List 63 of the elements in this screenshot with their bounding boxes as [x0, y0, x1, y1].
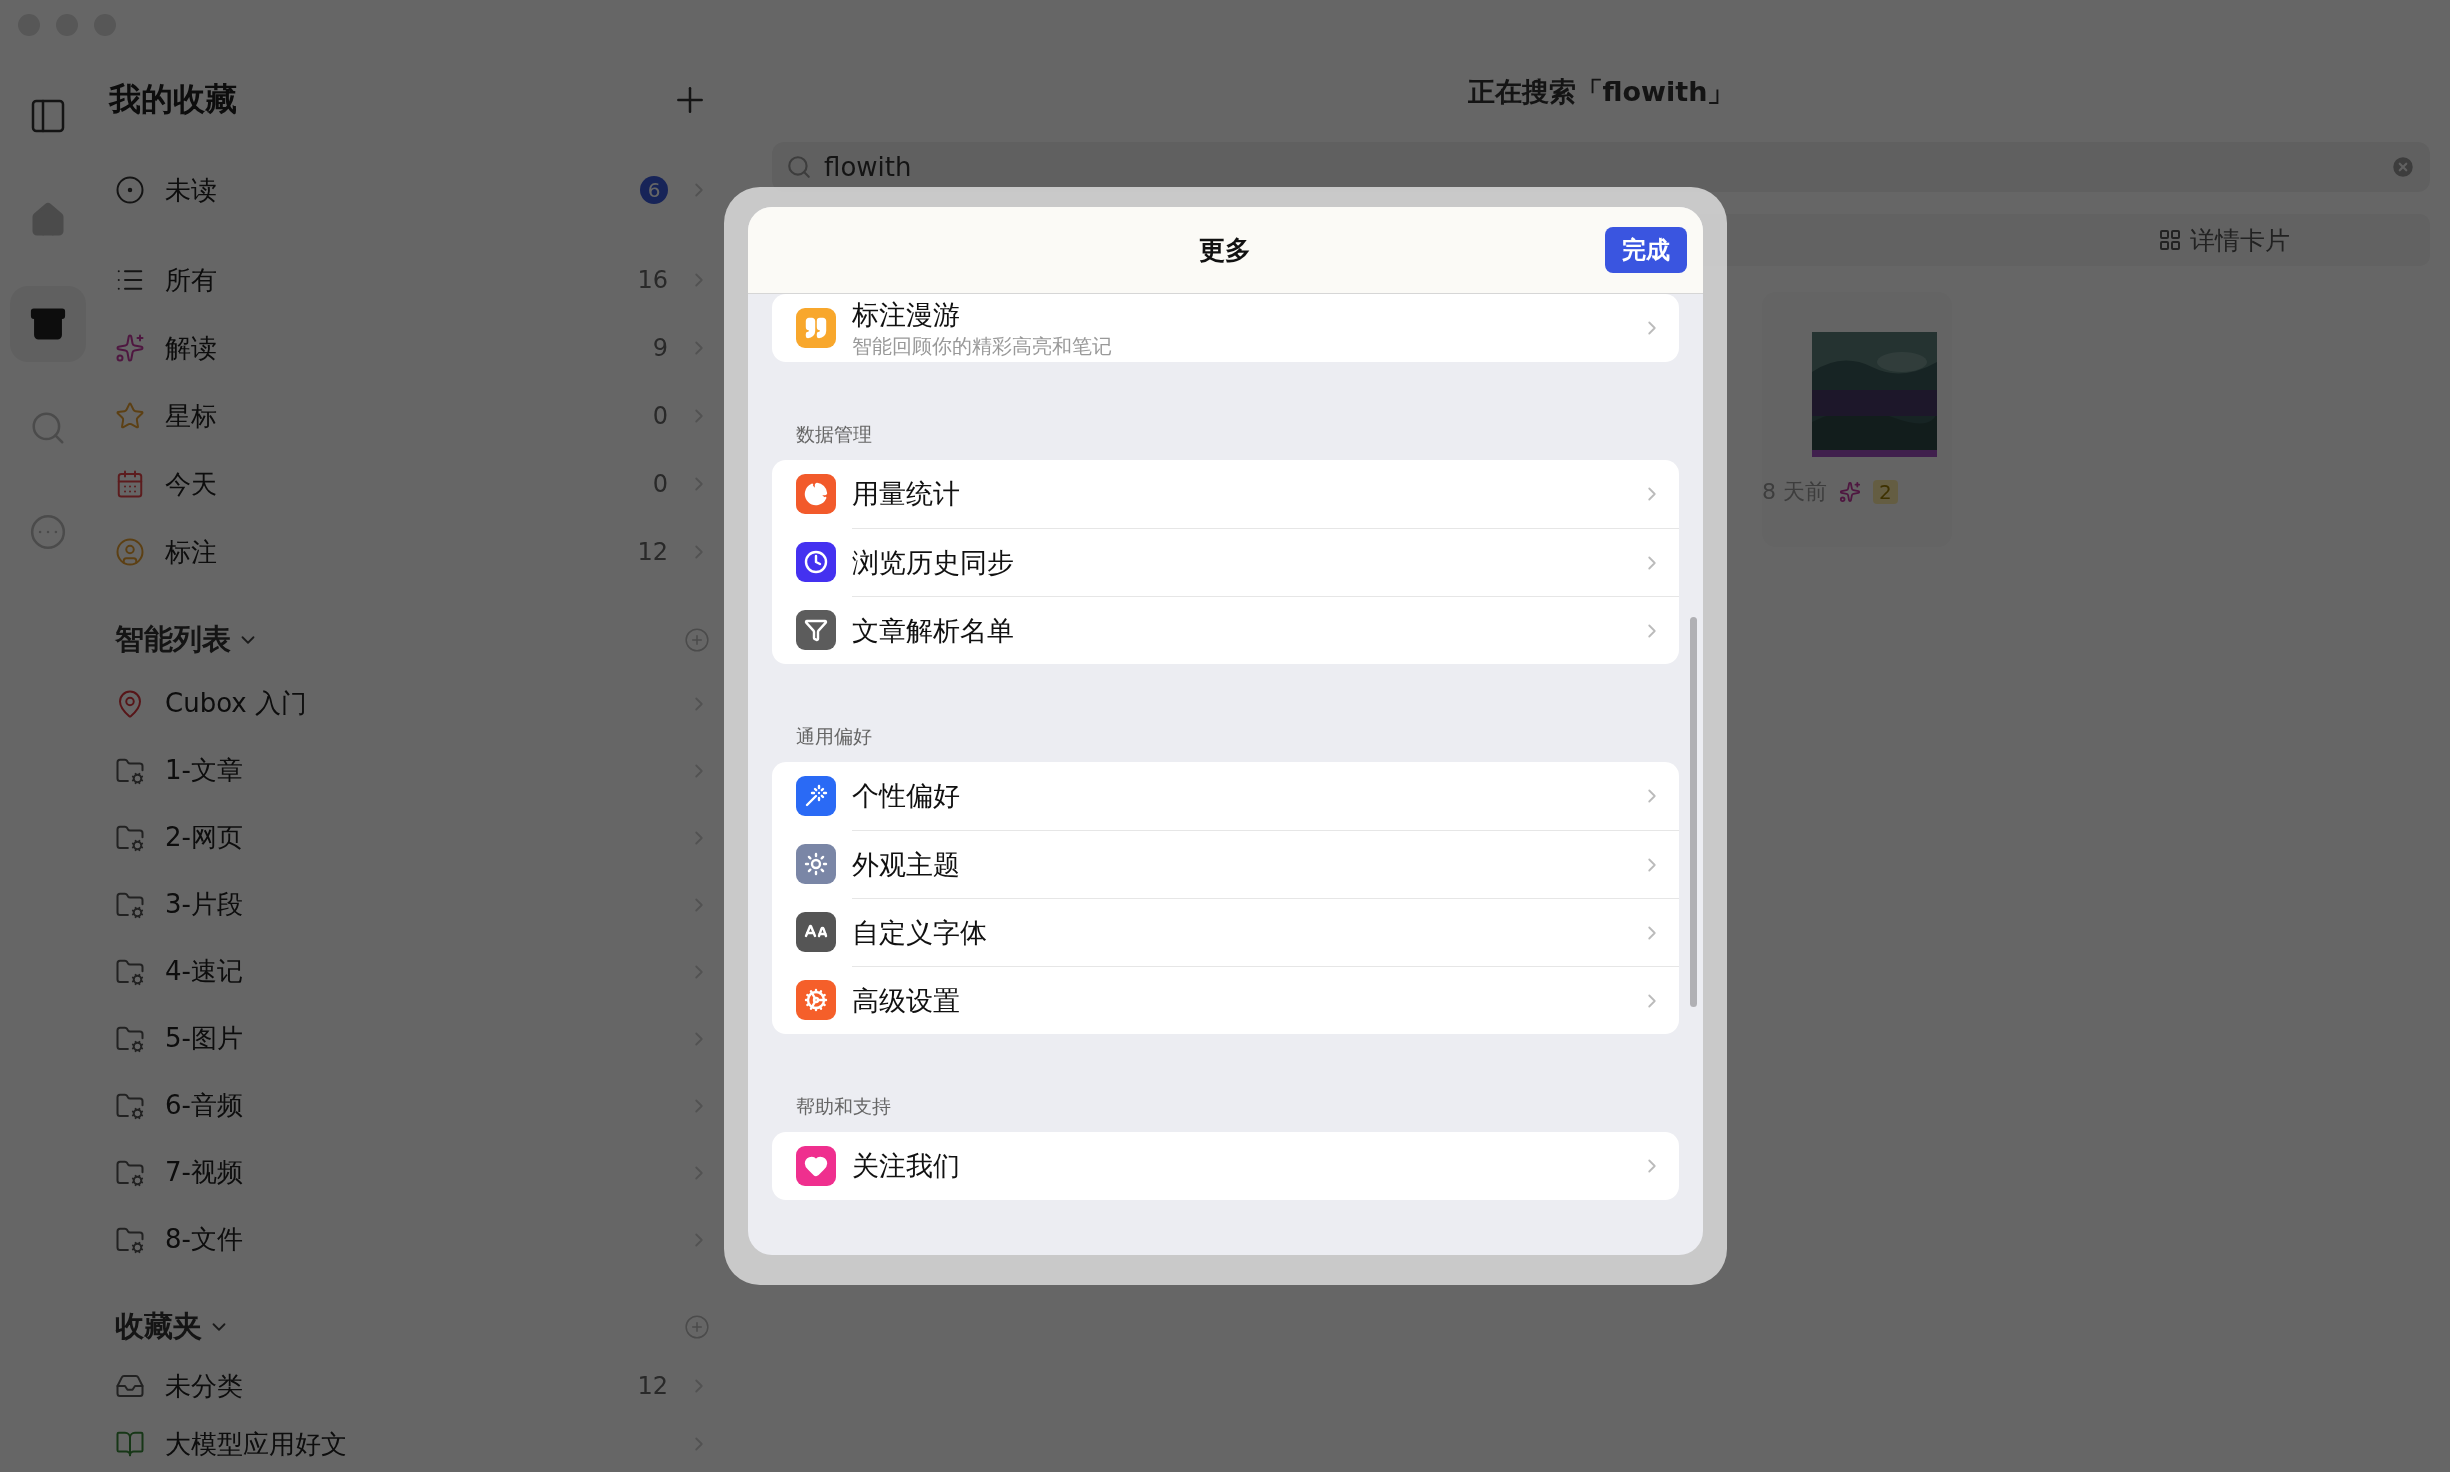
- settings-item[interactable]: 用量统计: [851, 476, 1641, 512]
- settings-item[interactable]: 高级设置: [851, 982, 1641, 1019]
- sparkle-icon: [1839, 481, 1861, 503]
- section-title[interactable]: 收藏夹: [115, 1307, 202, 1347]
- calendar-icon: [115, 469, 145, 499]
- sheet-title: 更多: [1199, 233, 1251, 267]
- clear-icon[interactable]: [2390, 154, 2416, 180]
- scrollbar[interactable]: [1689, 617, 1697, 1007]
- sidebar-item[interactable]: 1-文章: [165, 753, 668, 788]
- sidebar-item[interactable]: 7-视频: [165, 1155, 668, 1190]
- sidebar-item[interactable]: 8-文件: [165, 1222, 668, 1257]
- sidebar-item[interactable]: Cubox 入门: [165, 686, 668, 721]
- sidebar-item[interactable]: 6-音频: [165, 1088, 668, 1123]
- item-count: 12: [637, 538, 668, 566]
- section-header: 通用偏好: [794, 724, 873, 749]
- item-count: 12: [637, 1372, 668, 1400]
- unread-count: 6: [640, 176, 668, 204]
- sidebar-title: 我的收藏: [109, 79, 237, 120]
- unread-icon: [115, 175, 145, 205]
- item-description: 智能回顾你的精彩高亮和笔记: [851, 332, 1113, 360]
- sidebar-item[interactable]: 3-片段: [165, 887, 668, 922]
- sidebar-item[interactable]: 星标: [165, 398, 633, 434]
- search-icon: [786, 154, 812, 180]
- add-icon[interactable]: [684, 627, 710, 653]
- view-toggle-button[interactable]: 详情卡片: [2018, 214, 2430, 266]
- settings-item[interactable]: 浏览历史同步: [851, 544, 1641, 581]
- search-input[interactable]: flowith: [822, 151, 2380, 183]
- settings-item[interactable]: 自定义字体: [851, 914, 1641, 951]
- section-header: 数据管理: [794, 422, 873, 447]
- done-button[interactable]: 完成: [1604, 227, 1687, 273]
- sidebar-item[interactable]: 大模型应用好文: [165, 1426, 668, 1462]
- person-circle-icon: [115, 537, 145, 567]
- item-count: 0: [652, 470, 668, 498]
- sidebar-item[interactable]: 未分类: [165, 1368, 618, 1404]
- section-title[interactable]: 智能列表: [115, 620, 231, 660]
- more-icon: [28, 513, 67, 551]
- sidebar-item[interactable]: 今天: [165, 466, 633, 502]
- sidebar-item[interactable]: 所有: [165, 262, 618, 298]
- search-title: 正在搜索「flowith」: [1466, 75, 1736, 109]
- item-count: 9: [652, 334, 668, 362]
- sidebar-item[interactable]: 解读: [165, 330, 633, 366]
- sidebar-item[interactable]: 4-速记: [165, 954, 668, 989]
- card-count: 2: [1873, 480, 1898, 504]
- item-count: 16: [637, 266, 668, 294]
- library-button[interactable]: [9, 286, 86, 362]
- settings-item[interactable]: 文章解析名单: [851, 612, 1641, 649]
- search-field[interactable]: flowith: [772, 142, 2430, 192]
- star-icon: [115, 401, 145, 431]
- add-icon[interactable]: [684, 1314, 710, 1340]
- section-header: 帮助和支持: [794, 1094, 892, 1119]
- item-count: 0: [652, 402, 668, 430]
- sidebar-item[interactable]: 未读: [165, 172, 620, 208]
- sparkle-icon: [115, 333, 145, 363]
- grid-icon: [2158, 228, 2182, 252]
- sidebar-item[interactable]: 2-网页: [165, 820, 668, 855]
- book-icon: [115, 1429, 145, 1459]
- settings-item[interactable]: 标注漫游: [851, 296, 1641, 333]
- sidebar-item[interactable]: 标注: [165, 534, 618, 570]
- sidebar-item[interactable]: 5-图片: [165, 1021, 668, 1056]
- archive-icon: [28, 305, 67, 343]
- settings-item[interactable]: 关注我们: [851, 1148, 1641, 1184]
- settings-item[interactable]: 外观主题: [851, 846, 1641, 883]
- settings-item[interactable]: 个性偏好: [851, 778, 1641, 814]
